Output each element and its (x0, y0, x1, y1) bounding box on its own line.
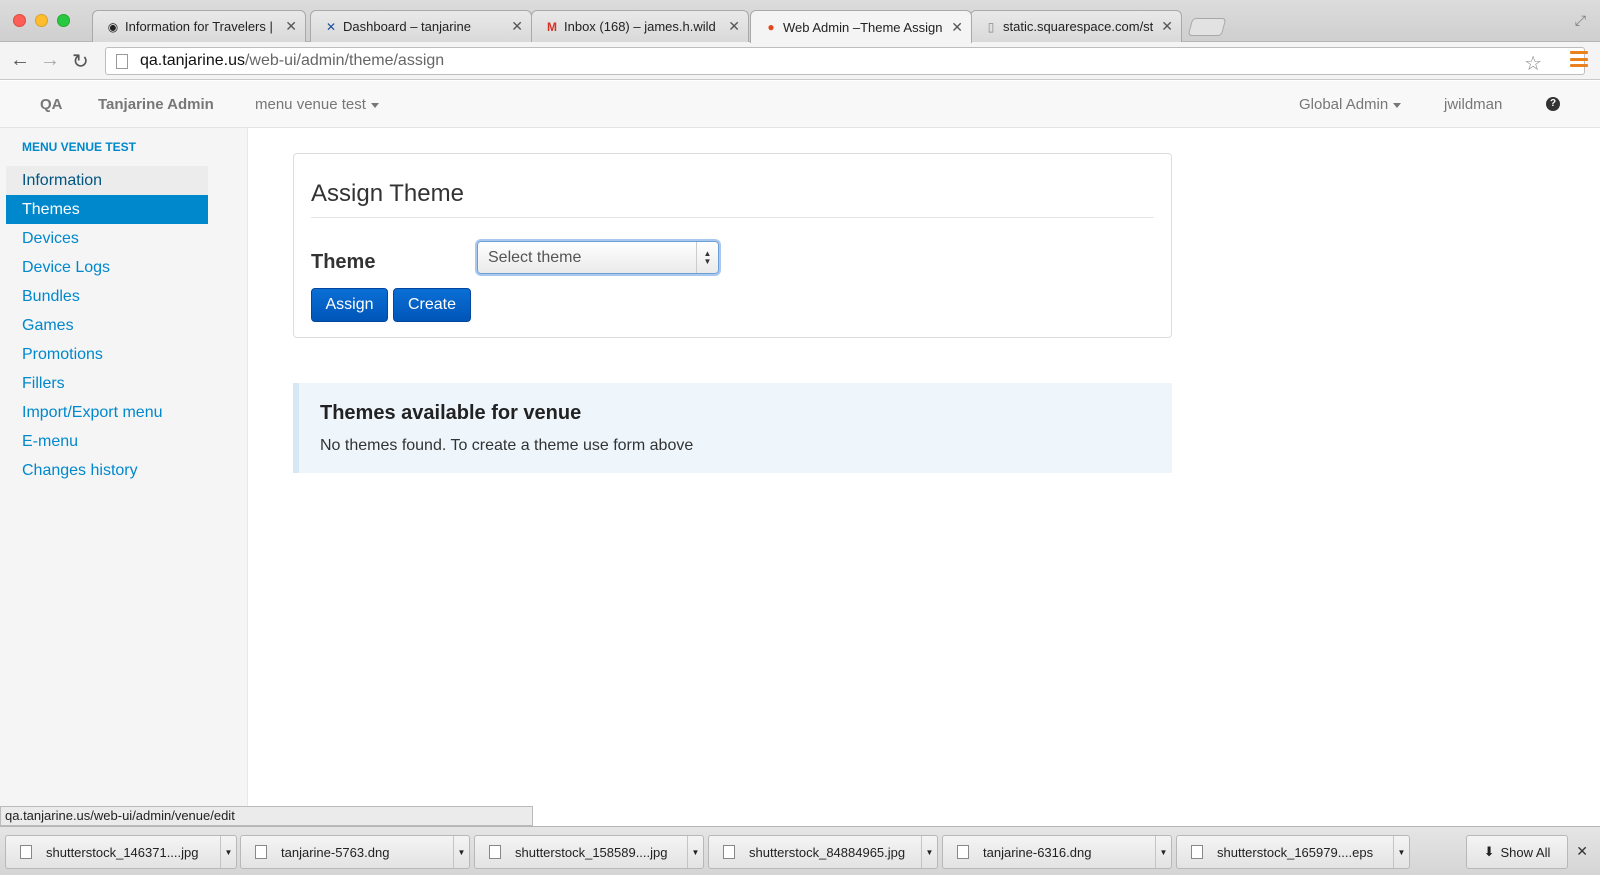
venue-dropdown[interactable]: menu venue test (255, 96, 379, 113)
sidebar-nav: Information Themes Devices Device Logs B… (6, 166, 208, 485)
browser-tab-bar: ◉ Information for Travelers | ✕ ✕ Dashbo… (0, 0, 1600, 43)
divider (311, 217, 1154, 218)
new-tab-button[interactable] (1187, 18, 1227, 36)
zoom-window-button[interactable] (57, 14, 70, 27)
page-icon (116, 53, 128, 69)
themes-available-panel: Themes available for venue No themes fou… (293, 383, 1172, 473)
url-path: /web-ui/admin/theme/assign (244, 52, 445, 69)
download-arrow-icon: ⬇ (1483, 844, 1495, 859)
caret-down-icon (1393, 102, 1402, 108)
close-tab-icon[interactable]: ✕ (511, 18, 523, 35)
select-arrows-icon: ▲ ▼ (696, 242, 718, 273)
browser-toolbar: ← → ↻ qa.tanjarine.us/web-ui/admin/theme… (0, 42, 1600, 80)
fullscreen-icon[interactable]: ⤢ (1575, 12, 1586, 29)
theme-field-label: Theme (311, 251, 376, 273)
sidebar-item-bundles[interactable]: Bundles (6, 282, 208, 311)
file-icon (1191, 845, 1203, 859)
sidebar-item-device-logs[interactable]: Device Logs (6, 253, 208, 282)
browser-tab-active[interactable]: ● Web Admin –Theme Assign ✕ (750, 10, 972, 43)
sidebar-item-import-export-menu[interactable]: Import/Export menu (6, 398, 208, 427)
seal-icon: ◉ (107, 19, 119, 34)
help-icon[interactable]: ? (1546, 97, 1560, 111)
file-icon (489, 845, 501, 859)
sidebar-item-promotions[interactable]: Promotions (6, 340, 208, 369)
page-icon: ▯ (987, 19, 995, 34)
reload-icon[interactable]: ↻ (72, 49, 89, 74)
file-icon (20, 845, 32, 859)
gmail-icon: M (547, 19, 557, 34)
show-all-button[interactable]: ⬇ Show All (1466, 835, 1568, 869)
forward-arrow-icon[interactable]: → (40, 49, 60, 72)
download-shelf: shutterstock_146371....jpg ▼ tanjarine-5… (0, 826, 1600, 875)
download-item[interactable]: shutterstock_158589....jpg ▼ (474, 835, 704, 869)
download-item[interactable]: tanjarine-6316.dng ▼ (942, 835, 1172, 869)
sidebar-item-themes[interactable]: Themes (6, 195, 208, 224)
sidebar-item-fillers[interactable]: Fillers (6, 369, 208, 398)
close-shelf-icon[interactable]: ✕ (1576, 843, 1588, 860)
venue-dropdown-label: menu venue test (255, 96, 366, 113)
sidebar-item-e-menu[interactable]: E-menu (6, 427, 208, 456)
address-bar[interactable]: qa.tanjarine.us/web-ui/admin/theme/assig… (105, 47, 1585, 75)
app-navbar: QA Tanjarine Admin menu venue test Globa… (0, 81, 1600, 128)
back-arrow-icon[interactable]: ← (10, 49, 30, 72)
chevron-down-icon[interactable]: ▼ (1393, 836, 1409, 868)
panel-title: Themes available for venue (320, 402, 582, 424)
download-item[interactable]: shutterstock_146371....jpg ▼ (5, 835, 237, 869)
empty-message: No themes found. To create a theme use f… (320, 437, 694, 454)
assign-button[interactable]: Assign (311, 288, 388, 322)
env-link[interactable]: QA (40, 96, 63, 113)
sidebar: MENU VENUE TEST Information Themes Devic… (0, 128, 248, 810)
theme-select[interactable]: Select theme ▲ ▼ (477, 241, 719, 274)
assign-theme-form: Assign Theme Theme Select theme ▲ ▼ Assig… (293, 153, 1172, 338)
download-item[interactable]: shutterstock_165979....eps ▼ (1176, 835, 1410, 869)
chevron-down-icon[interactable]: ▼ (687, 836, 703, 868)
chevron-down-icon[interactable]: ▼ (453, 836, 469, 868)
close-tab-icon[interactable]: ✕ (285, 18, 297, 35)
url-host: qa.tanjarine.us (140, 52, 245, 69)
close-tab-icon[interactable]: ✕ (728, 18, 740, 35)
sidebar-item-information[interactable]: Information (6, 166, 208, 195)
brand-link[interactable]: Tanjarine Admin (98, 96, 214, 113)
chrome-menu-icon[interactable] (1570, 51, 1588, 67)
user-link[interactable]: jwildman (1444, 96, 1502, 113)
browser-tab[interactable]: ✕ Dashboard – tanjarine ✕ (310, 10, 532, 42)
download-item[interactable]: tanjarine-5763.dng ▼ (240, 835, 470, 869)
form-title: Assign Theme (311, 180, 464, 207)
close-tab-icon[interactable]: ✕ (951, 19, 963, 36)
close-tab-icon[interactable]: ✕ (1161, 18, 1173, 35)
file-icon (723, 845, 735, 859)
role-dropdown-label: Global Admin (1299, 96, 1389, 113)
x-logo-icon: ✕ (325, 19, 337, 34)
file-icon (255, 845, 267, 859)
theme-select-value: Select theme (488, 248, 582, 266)
caret-down-icon (370, 102, 379, 108)
browser-tab[interactable]: M Inbox (168) – james.h.wild ✕ (531, 10, 749, 42)
status-bar-url: qa.tanjarine.us/web-ui/admin/venue/edit (0, 806, 533, 826)
role-dropdown[interactable]: Global Admin (1299, 96, 1402, 113)
chevron-down-icon[interactable]: ▼ (1155, 836, 1171, 868)
sidebar-heading: MENU VENUE TEST (22, 140, 137, 154)
close-window-button[interactable] (13, 14, 26, 27)
chevron-down-icon[interactable]: ▼ (220, 836, 236, 868)
sidebar-item-changes-history[interactable]: Changes history (6, 456, 208, 485)
download-item[interactable]: shutterstock_84884965.jpg ▼ (708, 835, 938, 869)
bookmark-star-icon[interactable]: ☆ (1524, 51, 1542, 76)
sidebar-item-devices[interactable]: Devices (6, 224, 208, 253)
sidebar-item-games[interactable]: Games (6, 311, 208, 340)
minimize-window-button[interactable] (35, 14, 48, 27)
chevron-down-icon[interactable]: ▼ (921, 836, 937, 868)
browser-tab[interactable]: ◉ Information for Travelers | ✕ (92, 10, 306, 42)
file-icon (957, 845, 969, 859)
browser-tab[interactable]: ▯ static.squarespace.com/st ✕ (970, 10, 1182, 42)
create-button[interactable]: Create (393, 288, 471, 322)
apple-icon: ● (767, 20, 775, 34)
